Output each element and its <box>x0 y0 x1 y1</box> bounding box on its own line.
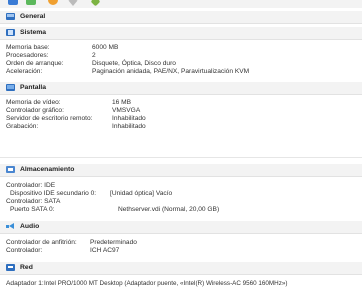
add-icon[interactable] <box>26 0 36 5</box>
network-icon <box>6 264 15 271</box>
section-network-header[interactable]: Red <box>0 262 362 275</box>
storage-label: Controlador: SATA <box>6 198 61 205</box>
audio-value: ICH AC97 <box>90 247 120 254</box>
storage-label: Controlador: IDE <box>6 182 56 189</box>
audio-label: Controlador: <box>6 247 43 254</box>
new-machine-icon[interactable] <box>8 0 18 5</box>
section-storage-header[interactable]: Almacenamiento <box>0 164 362 177</box>
system-label: Memoria base: <box>6 44 50 51</box>
display-value: Inhabilitado <box>112 123 146 130</box>
section-display-title: Pantalla <box>20 84 47 91</box>
system-label: Aceleración: <box>6 68 43 75</box>
display-label: Grabación: <box>6 123 39 130</box>
system-value: Paginación anidada, PAE/NX, Paravirtuali… <box>92 68 250 75</box>
storage-value: Nethserver.vdi (Normal, 20,00 GB) <box>118 206 220 213</box>
display-label: Controlador gráfico: <box>6 107 64 114</box>
section-network-title: Red <box>20 264 33 271</box>
section-audio-header[interactable]: Audio <box>0 221 362 234</box>
toolbar <box>0 0 362 8</box>
speaker-icon <box>6 223 15 230</box>
audio-value: Predeterminado <box>90 239 137 246</box>
system-value: Disquete, Óptica, Disco duro <box>92 60 176 67</box>
general-icon <box>6 13 15 20</box>
system-value: 6000 MB <box>92 44 119 51</box>
section-divider <box>0 157 362 158</box>
display-value: VMSVGA <box>112 107 141 114</box>
storage-value: [Unidad óptica] Vacío <box>110 190 173 197</box>
start-icon[interactable] <box>90 0 101 7</box>
display-label: Servidor de escritorio remoto: <box>6 115 93 122</box>
network-value: Intel PRO/1000 MT Desktop (Adaptador pue… <box>44 280 288 287</box>
section-audio-title: Audio <box>20 223 40 230</box>
section-system-title: Sistema <box>20 29 47 36</box>
section-general-header[interactable]: General <box>0 11 362 24</box>
display-label: Memoria de vídeo: <box>6 99 61 106</box>
display-value: Inhabilitado <box>112 115 146 122</box>
audio-label: Controlador de anfitrión: <box>6 239 77 246</box>
network-label: Adaptador 1: <box>6 280 44 287</box>
storage-label: Puerto SATA 0: <box>10 206 55 213</box>
storage-label: Dispositivo IDE secundario 0: <box>10 190 97 197</box>
display-value: 16 MB <box>112 99 132 106</box>
section-display-header[interactable]: Pantalla <box>0 82 362 95</box>
chip-icon <box>6 29 15 36</box>
discard-icon[interactable] <box>68 0 78 6</box>
storage-icon <box>6 166 15 173</box>
settings-icon[interactable] <box>48 0 58 5</box>
section-general-title: General <box>20 13 46 20</box>
system-value: 2 <box>92 52 96 59</box>
section-storage-title: Almacenamiento <box>20 166 75 173</box>
section-system-header[interactable]: Sistema <box>0 27 362 40</box>
system-label: Procesadores: <box>6 52 49 59</box>
monitor-icon <box>6 84 15 91</box>
system-label: Orden de arranque: <box>6 60 64 67</box>
